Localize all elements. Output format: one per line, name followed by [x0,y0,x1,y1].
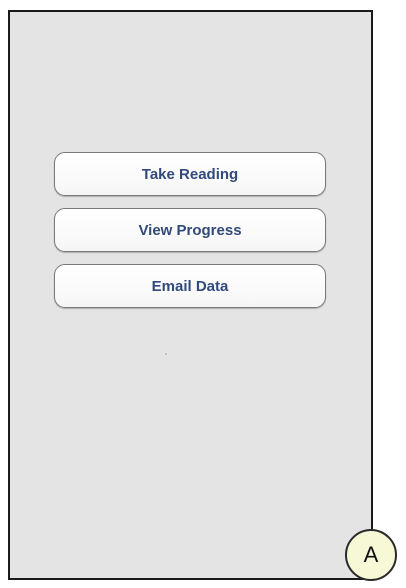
take-reading-button[interactable]: Take Reading [54,152,326,196]
screen-dot [165,353,167,355]
annotation-badge: A [345,529,397,581]
main-menu: Take Reading View Progress Email Data [54,152,328,320]
email-data-button[interactable]: Email Data [54,264,326,308]
view-progress-button[interactable]: View Progress [54,208,326,252]
phone-screen: Take Reading View Progress Email Data [8,10,373,580]
